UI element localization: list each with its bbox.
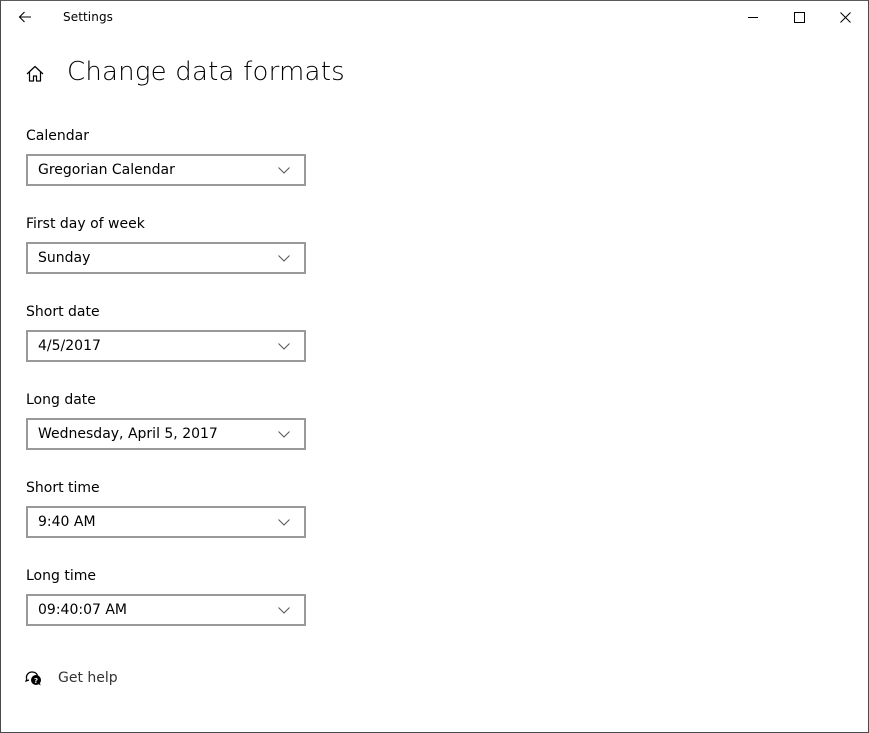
calendar-dropdown[interactable]: Gregorian Calendar <box>26 154 306 186</box>
window-title: Settings <box>63 10 114 24</box>
svg-text:?: ? <box>34 677 38 685</box>
short-date-value: 4/5/2017 <box>38 338 101 354</box>
long-time-value: 09:40:07 AM <box>38 602 127 618</box>
long-time-label: Long time <box>26 568 96 584</box>
maximize-icon <box>793 11 805 23</box>
maximize-button[interactable] <box>776 1 822 33</box>
minimize-icon <box>747 16 758 18</box>
chevron-down-icon <box>272 518 296 526</box>
home-button[interactable] <box>25 64 47 86</box>
first-day-of-week-dropdown[interactable]: Sunday <box>26 242 306 274</box>
settings-window: Settings Change data formats Calendar Gr… <box>0 0 869 733</box>
help-chat-icon: ? <box>25 671 41 686</box>
get-help-link[interactable]: ? Get help <box>25 670 118 686</box>
back-arrow-icon <box>18 11 31 23</box>
long-date-dropdown[interactable]: Wednesday, April 5, 2017 <box>26 418 306 450</box>
long-date-label: Long date <box>26 392 96 408</box>
chevron-down-icon <box>272 430 296 438</box>
short-time-dropdown[interactable]: 9:40 AM <box>26 506 306 538</box>
long-date-value: Wednesday, April 5, 2017 <box>38 426 218 442</box>
close-button[interactable] <box>822 1 868 33</box>
short-time-label: Short time <box>26 480 100 496</box>
short-time-value: 9:40 AM <box>38 514 96 530</box>
short-date-dropdown[interactable]: 4/5/2017 <box>26 330 306 362</box>
close-icon <box>839 11 851 23</box>
back-button[interactable] <box>9 5 41 29</box>
minimize-button[interactable] <box>730 1 776 33</box>
calendar-value: Gregorian Calendar <box>38 162 175 178</box>
chevron-down-icon <box>272 342 296 350</box>
chevron-down-icon <box>272 166 296 174</box>
short-date-label: Short date <box>26 304 100 320</box>
home-icon <box>26 65 44 82</box>
calendar-label: Calendar <box>26 128 89 144</box>
chevron-down-icon <box>272 254 296 262</box>
long-time-dropdown[interactable]: 09:40:07 AM <box>26 594 306 626</box>
get-help-label: Get help <box>58 670 118 686</box>
page-title: Change data formats <box>67 57 345 87</box>
chevron-down-icon <box>272 606 296 614</box>
first-day-of-week-label: First day of week <box>26 216 145 232</box>
title-bar: Settings <box>1 1 868 33</box>
first-day-of-week-value: Sunday <box>38 250 91 266</box>
